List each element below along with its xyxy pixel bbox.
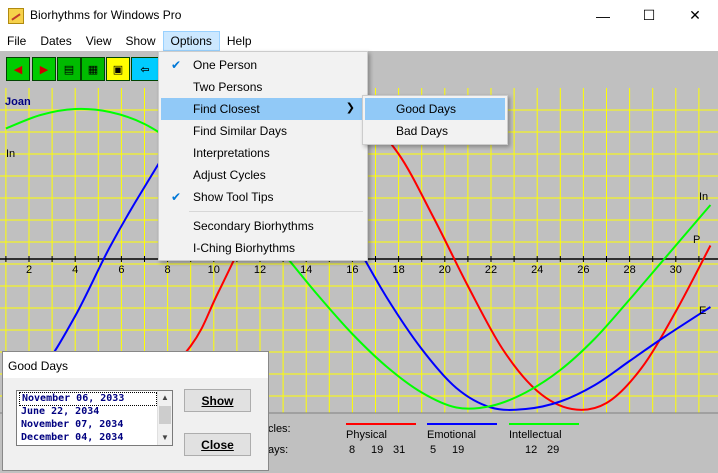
menu-bad-days[interactable]: Bad Days (365, 120, 505, 142)
menu-interpretations[interactable]: Interpretations (161, 142, 365, 164)
close-dialog-button[interactable]: Close (184, 433, 251, 456)
scroll-down-icon[interactable]: ▼ (158, 431, 172, 445)
legend-label-emotional: Emotional (427, 429, 476, 441)
legend-row-label: cles: (268, 423, 291, 435)
x-tick-label: 4 (72, 264, 78, 276)
list-item[interactable]: November 07, 2034 (19, 418, 157, 432)
list-item[interactable]: December 04, 2034 (19, 431, 157, 445)
legend-day-value: 19 (371, 444, 383, 456)
menu-show-tool-tips[interactable]: ✔ Show Tool Tips (161, 186, 365, 208)
menu-adjust-cycles[interactable]: Adjust Cycles (161, 164, 365, 186)
menu-find-closest[interactable]: Find Closest ❯ (161, 98, 365, 120)
legend-label-physical: Physical (346, 429, 387, 441)
list-item[interactable]: June 22, 2034 (19, 405, 157, 419)
dialog-title: Good Days (8, 359, 69, 373)
checkmark-icon: ✔ (171, 190, 182, 204)
x-tick-label: 28 (623, 264, 635, 276)
series-label-physical-right: P (693, 234, 700, 246)
legend-day-value: 12 (525, 444, 537, 456)
x-tick-label: 12 (254, 264, 266, 276)
x-tick-label: 14 (300, 264, 312, 276)
menu-one-person[interactable]: ✔ One Person (161, 54, 365, 76)
menu-find-similar-days[interactable]: Find Similar Days (161, 120, 365, 142)
legend-label-intellectual: Intellectual (509, 429, 562, 441)
legend-row-label: ays: (268, 444, 288, 456)
menu-two-persons[interactable]: Two Persons (161, 76, 365, 98)
list-scrollbar[interactable]: ▲ ▼ (157, 391, 172, 445)
menu-good-days[interactable]: Good Days (365, 98, 505, 120)
series-label-intellectual-right: In (699, 191, 708, 203)
menu-secondary-biorhythms[interactable]: Secondary Biorhythms (161, 215, 365, 237)
options-menu: ✔ One Person Two Persons Find Closest ❯ … (158, 51, 368, 261)
x-tick-label: 30 (670, 264, 682, 276)
series-label-intellectual-left: In (6, 148, 15, 160)
x-tick-label: 20 (439, 264, 451, 276)
show-button[interactable]: Show (184, 389, 251, 412)
menu-separator (189, 211, 363, 212)
x-tick-label: 18 (392, 264, 404, 276)
legend-day-value: 19 (452, 444, 464, 456)
good-days-dialog: Good Days November 06, 2033 June 22, 203… (2, 351, 269, 471)
legend-day-value: 29 (547, 444, 559, 456)
x-tick-label: 16 (346, 264, 358, 276)
scroll-up-icon[interactable]: ▲ (158, 391, 172, 405)
submenu-arrow-icon: ❯ (345, 102, 355, 114)
x-tick-label: 2 (26, 264, 32, 276)
x-tick-label: 24 (531, 264, 543, 276)
checkmark-icon: ✔ (171, 58, 182, 72)
x-tick-label: 6 (118, 264, 124, 276)
x-tick-label: 26 (577, 264, 589, 276)
series-label-emotional-right: E (699, 305, 706, 317)
x-tick-label: 8 (165, 264, 171, 276)
person-name: Joan (5, 96, 31, 108)
legend-day-value: 8 (349, 444, 355, 456)
legend-day-value: 5 (430, 444, 436, 456)
find-closest-submenu: Good Days Bad Days (362, 95, 508, 145)
dialog-title-bar: Good Days (3, 352, 268, 378)
good-days-list[interactable]: November 06, 2033 June 22, 2034 November… (16, 390, 173, 446)
menu-iching-biorhythms[interactable]: I-Ching Biorhythms (161, 237, 365, 259)
x-tick-label: 10 (208, 264, 220, 276)
scroll-thumb[interactable] (159, 406, 171, 424)
legend-day-value: 31 (393, 444, 405, 456)
list-item[interactable]: November 06, 2033 (19, 392, 157, 406)
x-tick-label: 22 (485, 264, 497, 276)
